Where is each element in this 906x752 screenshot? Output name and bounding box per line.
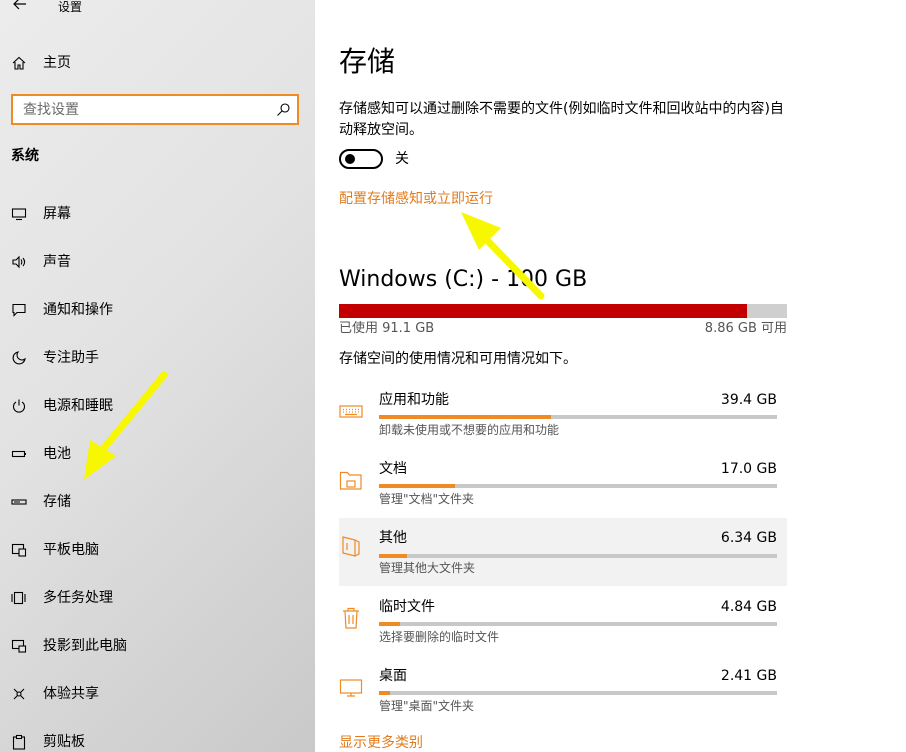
other-file-icon: [339, 534, 363, 558]
sidebar-item-label: 投影到此电脑: [43, 638, 127, 654]
category-size: 39.4 GB: [720, 392, 777, 408]
category-name: 桌面: [379, 668, 407, 684]
page-title: 存储: [339, 45, 396, 78]
sidebar-item-sound[interactable]: 声音: [0, 244, 315, 280]
category-usage-fill: [379, 415, 551, 419]
sidebar: 设置 主页 系统 屏幕 声音 通知和操作 专注助手: [0, 0, 315, 752]
category-size: 2.41 GB: [720, 668, 777, 684]
sidebar-item-label: 剪贴板: [43, 734, 85, 750]
back-arrow-icon[interactable]: [10, 0, 30, 16]
sidebar-item-focus-assist[interactable]: 专注助手: [0, 340, 315, 376]
sidebar-item-shared-experiences[interactable]: 体验共享: [0, 676, 315, 712]
category-size: 6.34 GB: [720, 530, 777, 546]
power-icon: [10, 397, 28, 415]
sidebar-item-label: 通知和操作: [43, 302, 113, 318]
category-usage-bar: [379, 415, 777, 419]
category-temporary-files[interactable]: 临时文件 4.84 GB 选择要删除的临时文件: [339, 594, 787, 662]
category-usage-bar: [379, 554, 777, 558]
category-size: 17.0 GB: [720, 461, 777, 477]
sidebar-item-notifications[interactable]: 通知和操作: [0, 292, 315, 328]
sidebar-item-label: 平板电脑: [43, 542, 99, 558]
category-description: 管理"桌面"文件夹: [379, 699, 475, 713]
section-heading: 系统: [11, 148, 39, 164]
sidebar-item-label: 电池: [43, 446, 71, 462]
category-description: 管理"文档"文件夹: [379, 492, 475, 506]
toggle-state-label: 关: [395, 151, 409, 167]
notification-icon: [10, 301, 28, 319]
category-name: 文档: [379, 461, 407, 477]
sidebar-item-label: 屏幕: [43, 206, 71, 222]
app-title: 设置: [58, 0, 83, 14]
search-input[interactable]: [23, 100, 263, 120]
storage-sense-toggle[interactable]: [339, 149, 383, 169]
category-desktop[interactable]: 桌面 2.41 GB 管理"桌面"文件夹: [339, 663, 787, 731]
multitask-icon: [10, 589, 28, 607]
trash-icon: [339, 606, 363, 630]
category-description: 选择要删除的临时文件: [379, 630, 500, 644]
sidebar-item-display[interactable]: 屏幕: [0, 196, 315, 232]
category-name: 应用和功能: [379, 392, 449, 408]
drive-usage-fill: [339, 304, 748, 318]
category-name: 其他: [379, 530, 407, 546]
project-icon: [10, 637, 28, 655]
sidebar-item-project[interactable]: 投影到此电脑: [0, 628, 315, 664]
sidebar-item-label: 主页: [43, 55, 71, 71]
category-usage-bar: [379, 622, 777, 626]
sidebar-item-tablet[interactable]: 平板电脑: [0, 532, 315, 568]
storage-page: 存储 存储感知可以通过删除不需要的文件(例如临时文件和回收站中的内容)自动释放空…: [315, 0, 906, 752]
category-size: 4.84 GB: [720, 599, 777, 615]
category-apps[interactable]: 应用和功能 39.4 GB 卸载未使用或不想要的应用和功能: [339, 387, 787, 455]
category-usage-fill: [379, 554, 407, 558]
category-usage-bar: [379, 484, 777, 488]
drive-usage-bar: [339, 304, 787, 318]
desktop-icon: [339, 675, 363, 699]
search-box[interactable]: [11, 94, 299, 125]
sidebar-item-power-sleep[interactable]: 电源和睡眠: [0, 388, 315, 424]
battery-icon: [10, 445, 28, 463]
tablet-icon: [10, 541, 28, 559]
clipboard-icon: [10, 733, 28, 751]
storage-sense-description: 存储感知可以通过删除不需要的文件(例如临时文件和回收站中的内容)自动释放空间。: [339, 101, 784, 138]
sidebar-item-label: 声音: [43, 254, 71, 270]
speaker-icon: [10, 253, 28, 271]
category-documents[interactable]: 文档 17.0 GB 管理"文档"文件夹: [339, 456, 787, 524]
category-other[interactable]: 其他 6.34 GB 管理其他大文件夹: [339, 518, 787, 586]
sidebar-item-battery[interactable]: 电池: [0, 436, 315, 472]
configure-storage-sense-link[interactable]: 配置存储感知或立即运行: [339, 190, 493, 208]
drive-title: Windows (C:) - 100 GB: [339, 267, 588, 292]
sidebar-item-label: 存储: [43, 494, 71, 510]
category-usage-fill: [379, 691, 391, 695]
drive-free-label: 8.86 GB 可用: [704, 321, 787, 336]
share-icon: [10, 685, 28, 703]
sidebar-item-home[interactable]: 主页: [0, 48, 315, 78]
sidebar-item-label: 多任务处理: [43, 590, 113, 606]
show-more-categories-link[interactable]: 显示更多类别: [339, 734, 423, 752]
sidebar-item-label: 专注助手: [43, 350, 99, 366]
search-icon[interactable]: [275, 102, 291, 118]
storage-drive-icon: [10, 493, 28, 511]
toggle-knob: [345, 154, 355, 164]
category-usage-bar: [379, 691, 777, 695]
moon-icon: [10, 349, 28, 367]
keyboard-icon: [339, 399, 363, 423]
monitor-icon: [10, 205, 28, 223]
title-bar: 设置: [0, 0, 315, 20]
home-icon: [10, 54, 28, 72]
usage-description: 存储空间的使用情况和可用情况如下。: [339, 351, 577, 367]
sidebar-item-clipboard[interactable]: 剪贴板: [0, 724, 315, 752]
sidebar-item-storage[interactable]: 存储: [0, 484, 315, 520]
folder-icon: [339, 468, 363, 492]
category-usage-fill: [379, 484, 455, 488]
drive-used-label: 已使用 91.1 GB: [339, 321, 435, 336]
category-description: 卸载未使用或不想要的应用和功能: [379, 423, 560, 437]
category-name: 临时文件: [379, 599, 435, 615]
sidebar-item-multitasking[interactable]: 多任务处理: [0, 580, 315, 616]
sidebar-item-label: 体验共享: [43, 686, 99, 702]
category-usage-fill: [379, 622, 401, 626]
sidebar-item-label: 电源和睡眠: [43, 398, 113, 414]
category-description: 管理其他大文件夹: [379, 561, 476, 575]
